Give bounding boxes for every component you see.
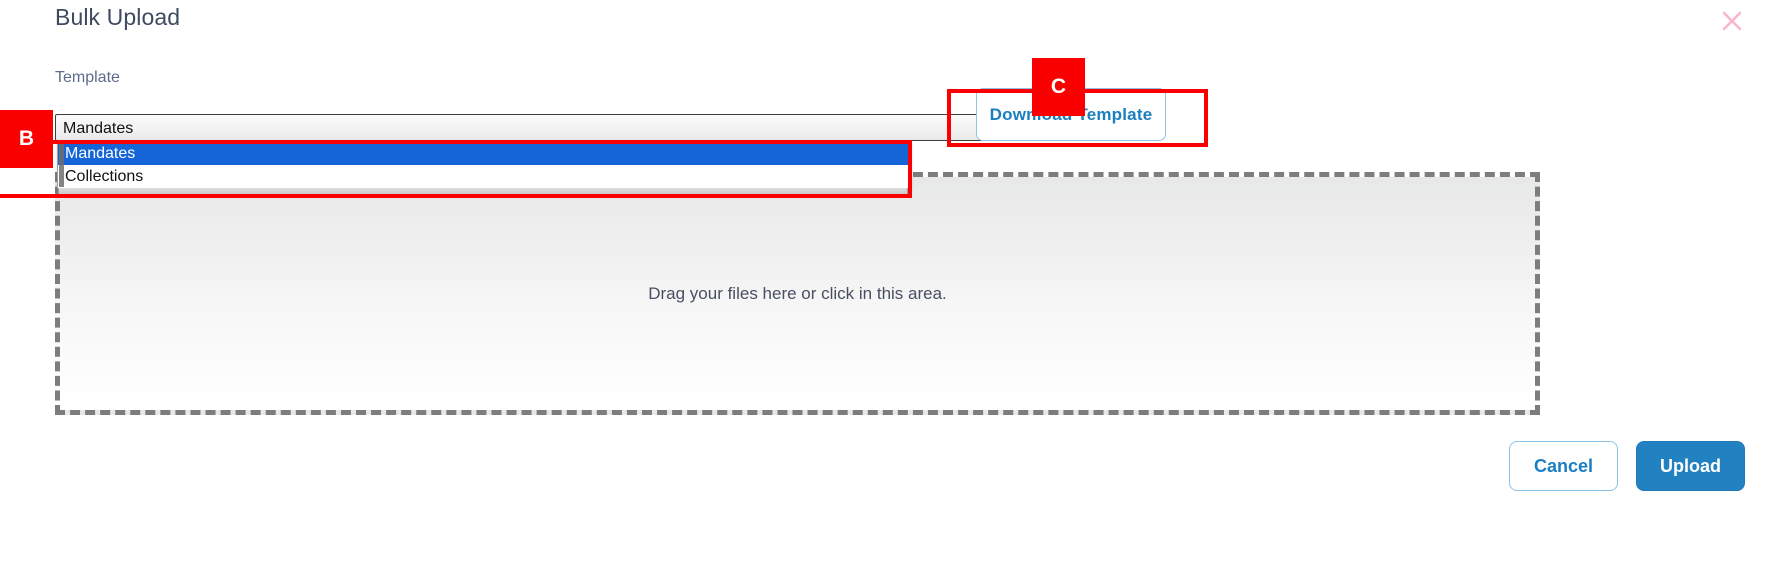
dropzone-instruction-text: Drag your files here or click in this ar… <box>648 284 947 303</box>
bulk-upload-dialog: Bulk Upload Template Mandates Mandates C… <box>0 0 1767 568</box>
dropdown-option-collections[interactable]: Collections <box>58 165 908 188</box>
file-dropzone[interactable]: Drag your files here or click in this ar… <box>55 172 1540 415</box>
dialog-footer: Cancel Upload <box>1509 441 1745 491</box>
template-select-control[interactable]: Mandates <box>55 114 1012 141</box>
cancel-button[interactable]: Cancel <box>1509 441 1618 491</box>
close-icon[interactable] <box>1715 4 1749 38</box>
template-field-label: Template <box>55 69 120 86</box>
dropdown-scroll-indicator[interactable] <box>59 142 64 187</box>
download-template-button[interactable]: Download Template <box>976 88 1166 141</box>
template-select[interactable]: Mandates <box>55 114 1012 141</box>
annotation-badge-b: B <box>0 110 53 168</box>
template-select-value: Mandates <box>63 120 134 137</box>
page-title: Bulk Upload <box>55 4 181 30</box>
dropdown-option-mandates[interactable]: Mandates <box>58 142 908 165</box>
upload-button[interactable]: Upload <box>1636 441 1745 491</box>
template-dropdown-listbox[interactable]: Mandates Collections <box>57 141 909 196</box>
